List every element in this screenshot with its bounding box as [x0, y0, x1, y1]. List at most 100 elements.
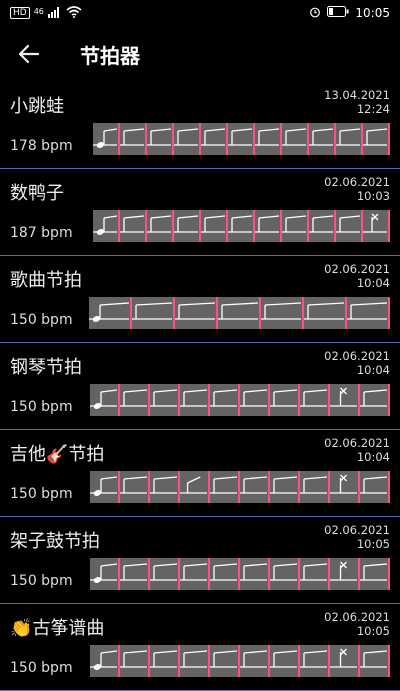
beat-cell[interactable]	[201, 210, 228, 242]
list-item-3[interactable]: 歌曲节拍 02.06.2021 10:04 150 bpm	[0, 256, 400, 343]
list-item-1[interactable]: 小跳蛙 13.04.2021 12:24 178 bpm	[0, 82, 400, 169]
beat-cell[interactable]	[336, 210, 363, 242]
item-date: 13.04.2021 12:24	[324, 88, 390, 116]
beat-cell[interactable]	[330, 645, 360, 677]
beat-cell[interactable]	[347, 297, 390, 329]
beat-cell[interactable]	[270, 384, 300, 416]
beat-cell[interactable]	[120, 123, 147, 155]
beat-cell[interactable]	[90, 384, 120, 416]
beat-cell[interactable]	[270, 558, 300, 590]
list-item-4[interactable]: 钢琴节拍 02.06.2021 10:04 150 bpm	[0, 343, 400, 430]
beat-cell[interactable]	[180, 558, 210, 590]
beat-cell[interactable]	[270, 471, 300, 503]
item-bpm: 178 bpm	[10, 138, 73, 154]
beat-cell[interactable]	[300, 384, 330, 416]
note-icon	[150, 563, 177, 581]
item-date: 02.06.2021 10:04	[324, 349, 390, 377]
beat-cell[interactable]	[300, 558, 330, 590]
beat-cell[interactable]	[210, 471, 240, 503]
note-icon	[270, 476, 297, 494]
beat-cell[interactable]	[147, 123, 174, 155]
beat-cell[interactable]	[180, 384, 210, 416]
beat-cell[interactable]	[300, 471, 330, 503]
beat-cell[interactable]	[363, 123, 390, 155]
note-icon	[120, 215, 144, 233]
beat-cell[interactable]	[240, 645, 270, 677]
beat-cell[interactable]	[270, 645, 300, 677]
beat-cell[interactable]	[90, 558, 120, 590]
note-icon	[309, 128, 333, 146]
note-icon	[147, 128, 171, 146]
beat-cell[interactable]	[240, 384, 270, 416]
beat-cell[interactable]	[120, 210, 147, 242]
beat-cell[interactable]	[360, 645, 390, 677]
beat-cell[interactable]	[93, 210, 120, 242]
beat-cell[interactable]	[210, 558, 240, 590]
beat-cell[interactable]	[282, 210, 309, 242]
beat-cell[interactable]	[240, 471, 270, 503]
beat-cell[interactable]	[336, 123, 363, 155]
status-bar: HD 46 10:05	[0, 0, 400, 26]
list-item-2[interactable]: 数鸭子 02.06.2021 10:03 187 bpm	[0, 169, 400, 256]
note-icon	[240, 650, 267, 668]
beat-cell[interactable]	[174, 123, 201, 155]
beat-cell[interactable]	[93, 123, 120, 155]
beat-cell[interactable]	[330, 384, 360, 416]
status-time: 10:05	[355, 6, 390, 20]
beat-cell[interactable]	[360, 384, 390, 416]
beat-cell[interactable]	[304, 297, 347, 329]
item-date-day: 02.06.2021	[324, 610, 390, 624]
beat-cell[interactable]	[210, 645, 240, 677]
item-bpm: 150 bpm	[10, 660, 73, 676]
item-bpm: 150 bpm	[10, 486, 73, 502]
beat-cell[interactable]	[147, 210, 174, 242]
beat-cell[interactable]	[210, 384, 240, 416]
beat-cell[interactable]	[150, 558, 180, 590]
beat-cell[interactable]	[180, 645, 210, 677]
list-item-5[interactable]: 吉他🎸节拍 02.06.2021 10:04 150 bpm	[0, 430, 400, 517]
beat-cell[interactable]	[255, 210, 282, 242]
note-accent-icon	[90, 650, 117, 671]
note-icon	[270, 389, 297, 407]
beat-cell[interactable]	[309, 123, 336, 155]
beat-cell[interactable]	[218, 297, 261, 329]
beat-cell[interactable]	[309, 210, 336, 242]
beat-cell[interactable]	[150, 471, 180, 503]
beat-cell[interactable]	[330, 558, 360, 590]
beat-cell[interactable]	[150, 384, 180, 416]
note-mute-icon	[330, 561, 357, 581]
beat-cell[interactable]	[330, 471, 360, 503]
beat-cell[interactable]	[228, 210, 255, 242]
beat-cell[interactable]	[132, 297, 175, 329]
note-icon	[132, 302, 172, 320]
beat-cell[interactable]	[174, 210, 201, 242]
beat-cell[interactable]	[363, 210, 390, 242]
note-icon	[300, 650, 327, 668]
beat-cell[interactable]	[150, 645, 180, 677]
beat-cell[interactable]	[180, 471, 210, 503]
beat-cell[interactable]	[360, 471, 390, 503]
item-date-day: 02.06.2021	[324, 262, 390, 276]
beat-cell[interactable]	[201, 123, 228, 155]
beat-cell[interactable]	[90, 645, 120, 677]
beat-cell[interactable]	[240, 558, 270, 590]
list-item-7[interactable]: 👏古筝谱曲 02.06.2021 10:05 150 bpm	[0, 604, 400, 691]
beat-cell[interactable]	[120, 558, 150, 590]
beat-cell[interactable]	[261, 297, 304, 329]
beat-cell[interactable]	[282, 123, 309, 155]
beat-cell[interactable]	[360, 558, 390, 590]
beat-cell[interactable]	[120, 645, 150, 677]
beat-cell[interactable]	[120, 384, 150, 416]
beat-cell[interactable]	[90, 471, 120, 503]
beat-cell[interactable]	[89, 297, 132, 329]
note-icon	[174, 128, 198, 146]
beat-cell[interactable]	[255, 123, 282, 155]
beat-strip	[93, 210, 390, 242]
beat-cell[interactable]	[228, 123, 255, 155]
beat-cell[interactable]	[120, 471, 150, 503]
back-button[interactable]	[18, 40, 46, 68]
beat-cell[interactable]	[300, 645, 330, 677]
beat-cell[interactable]	[175, 297, 218, 329]
item-name: 架子鼓节拍	[10, 531, 100, 552]
list-item-6[interactable]: 架子鼓节拍 02.06.2021 10:05 150 bpm	[0, 517, 400, 604]
